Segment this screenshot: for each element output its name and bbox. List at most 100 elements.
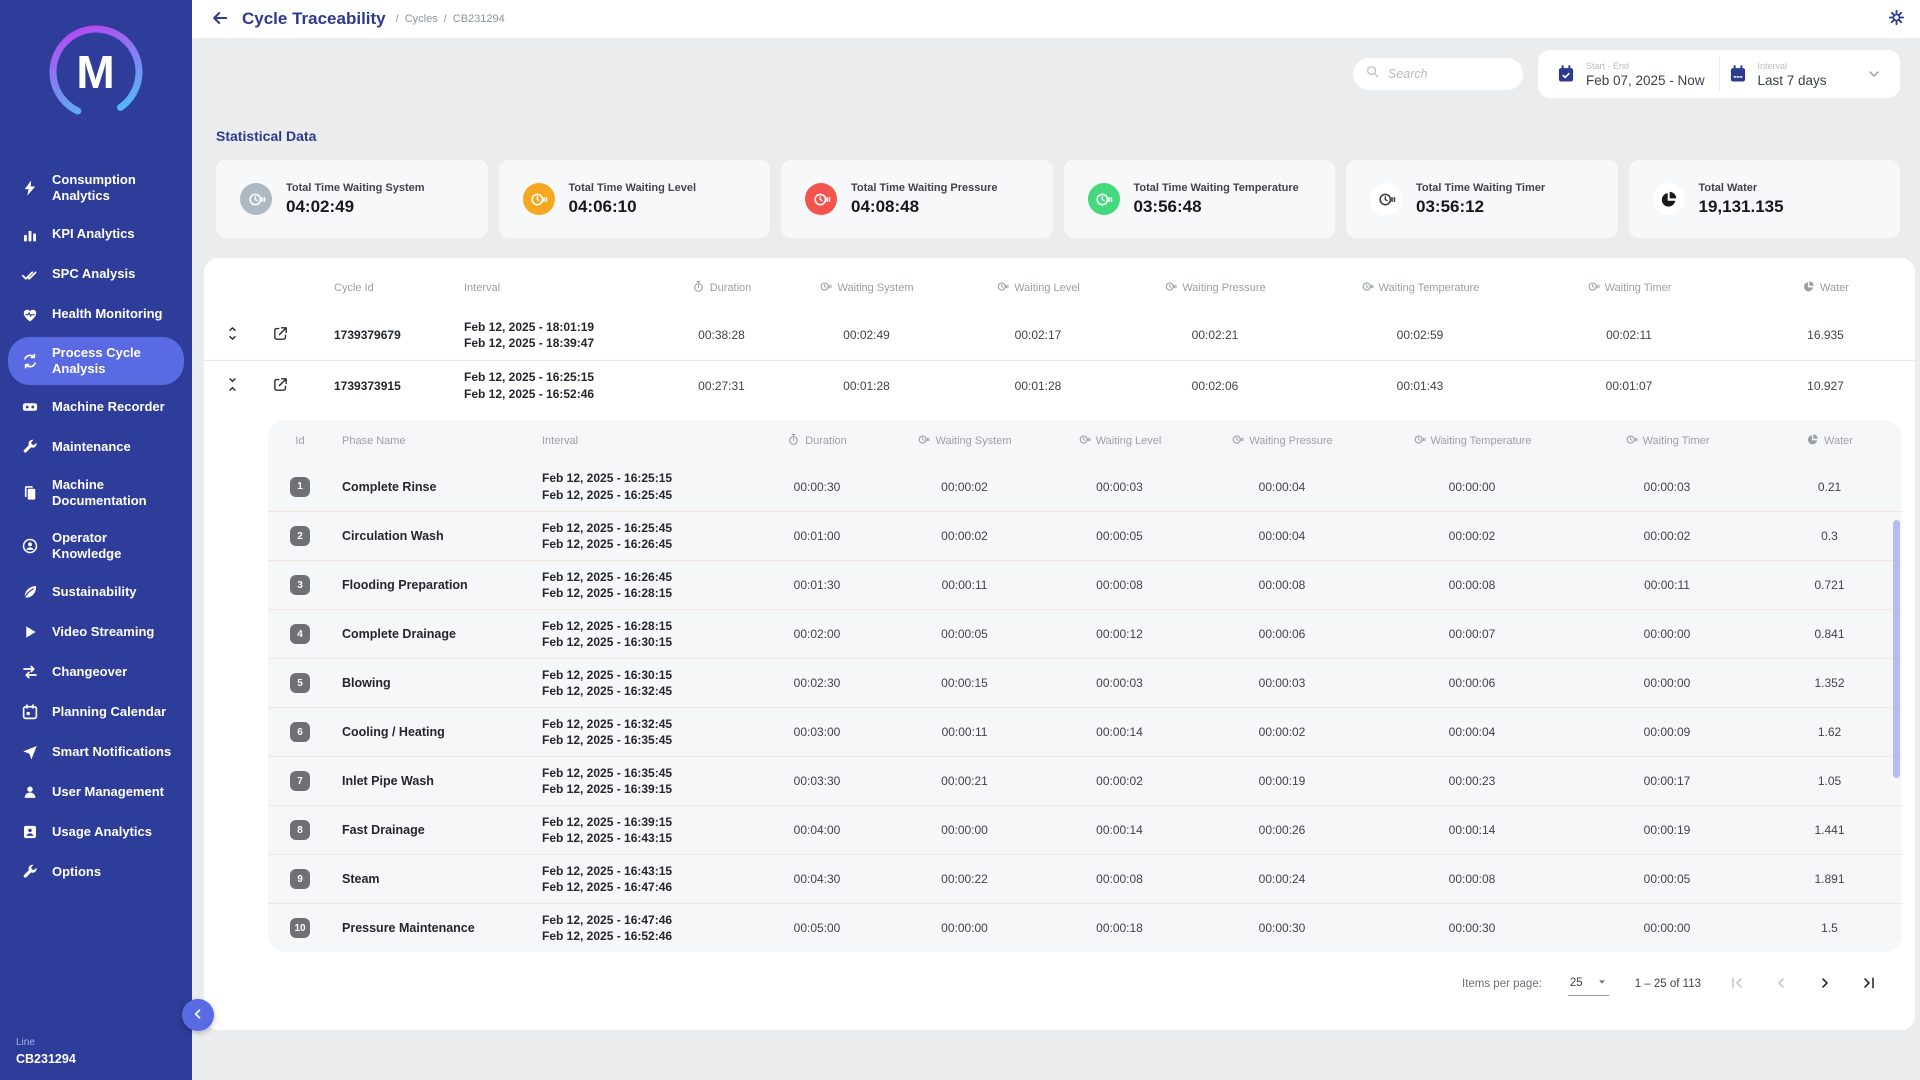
phase-row: 6Cooling / HeatingFeb 12, 2025 - 16:32:4…: [268, 707, 1902, 756]
prev-page-button[interactable]: [1771, 974, 1791, 994]
breadcrumb-item[interactable]: Cycles: [405, 13, 438, 25]
phase-value-cell: 00:00:02: [887, 480, 1042, 494]
column-header-waiting-system[interactable]: Waiting System: [769, 280, 964, 296]
column-label: Phase Name: [342, 435, 406, 447]
column-header-waiting-timer[interactable]: Waiting Timer: [1522, 280, 1736, 296]
phase-id-badge: 9: [290, 869, 310, 889]
phase-column-header-phase-name[interactable]: Phase Name: [332, 435, 542, 447]
phase-row: 5BlowingFeb 12, 2025 - 16:30:15Feb 12, 2…: [268, 658, 1902, 707]
sidebar-collapse-button[interactable]: [182, 999, 214, 1031]
clock-pause-icon: [1587, 280, 1600, 296]
stat-label: Total Time Waiting System: [286, 182, 425, 194]
interval-line: Feb 12, 2025 - 16:47:46: [542, 879, 747, 895]
clock-pause-icon: [523, 183, 555, 215]
breadcrumb-item[interactable]: CB231294: [453, 13, 505, 25]
sidebar-item-label: Machine Documentation: [52, 477, 178, 510]
sidebar-item-sustainability[interactable]: Sustainability: [8, 574, 184, 610]
phase-interval-cell: Feb 12, 2025 - 16:26:45Feb 12, 2025 - 16…: [542, 569, 747, 601]
column-label: Waiting Timer: [1643, 435, 1710, 447]
sidebar-item-planning-calendar[interactable]: Planning Calendar: [8, 694, 184, 730]
clock-pause-icon: [917, 433, 930, 449]
phase-row: 2Circulation WashFeb 12, 2025 - 16:25:45…: [268, 511, 1902, 560]
sidebar-item-smart-notifications[interactable]: Smart Notifications: [8, 734, 184, 770]
sidebar-item-changeover[interactable]: Changeover: [8, 654, 184, 690]
last-page-button[interactable]: [1859, 974, 1879, 994]
page-size-select[interactable]: 25: [1568, 972, 1609, 996]
phase-name-cell: Steam: [332, 872, 542, 886]
next-page-button[interactable]: [1815, 974, 1835, 994]
search-box[interactable]: [1353, 58, 1523, 90]
sidebar-item-operator-knowledge[interactable]: Operator Knowledge: [8, 522, 184, 571]
sidebar-item-machine-documentation[interactable]: Machine Documentation: [8, 469, 184, 518]
phase-column-header-waiting-level[interactable]: Waiting Level: [1042, 433, 1197, 449]
phase-value-cell: 0.721: [1757, 578, 1902, 592]
sidebar-item-options[interactable]: Options: [8, 854, 184, 890]
first-page-button[interactable]: [1727, 974, 1747, 994]
cycle-interval-cell: Feb 12, 2025 - 18:01:19Feb 12, 2025 - 18…: [454, 319, 674, 351]
phase-row: 10Pressure MaintenanceFeb 12, 2025 - 16:…: [268, 903, 1902, 952]
column-header-waiting-level[interactable]: Waiting Level: [964, 280, 1112, 296]
sidebar-item-video-streaming[interactable]: Video Streaming: [8, 614, 184, 650]
phase-column-header-waiting-temperature[interactable]: Waiting Temperature: [1367, 433, 1577, 449]
user-icon: [20, 782, 40, 802]
phase-column-header-duration[interactable]: Duration: [747, 433, 887, 449]
expand-row-button[interactable]: [204, 325, 260, 345]
sidebar-item-consumption-analytics[interactable]: Consumption Analytics: [8, 164, 184, 213]
interval-filter[interactable]: Interval Last 7 days: [1720, 61, 1891, 88]
start-end-filter[interactable]: Start - End Feb 07, 2025 - Now: [1548, 61, 1719, 88]
phase-value-cell: 0.3: [1757, 529, 1902, 543]
column-header-waiting-pressure[interactable]: Waiting Pressure: [1112, 280, 1318, 296]
open-cycle-button[interactable]: [260, 376, 300, 396]
stat-value: 03:56:12: [1416, 197, 1545, 217]
phase-value-cell: 00:05:00: [747, 921, 887, 935]
sidebar-item-health-monitoring[interactable]: Health Monitoring: [8, 297, 184, 333]
phase-value-cell: 00:00:08: [1042, 578, 1197, 592]
phase-column-header-water[interactable]: Water: [1757, 433, 1902, 449]
phase-column-header-interval[interactable]: Interval: [542, 435, 747, 447]
phase-value-cell: 00:00:14: [1367, 823, 1577, 837]
stat-card-total-time-waiting-pressure: Total Time Waiting Pressure04:08:48: [781, 160, 1053, 238]
phase-column-header-id[interactable]: Id: [268, 435, 332, 447]
cycle-id-cell: 1739373915: [300, 379, 454, 393]
column-label: Duration: [710, 282, 752, 294]
phase-value-cell: 00:03:30: [747, 774, 887, 788]
sidebar-item-machine-recorder[interactable]: Machine Recorder: [8, 389, 184, 425]
collapse-row-button[interactable]: [204, 376, 260, 396]
phase-column-header-waiting-timer[interactable]: Waiting Timer: [1577, 433, 1757, 449]
clock-pause-icon: [1625, 433, 1638, 449]
stat-label: Total Water: [1699, 182, 1784, 194]
column-header-water[interactable]: Water: [1736, 280, 1915, 296]
sidebar-item-label: Health Monitoring: [52, 306, 163, 322]
column-header-cycle-id[interactable]: Cycle Id: [300, 282, 454, 294]
badge-icon: [20, 822, 40, 842]
search-input[interactable]: [1388, 67, 1511, 81]
scrollbar[interactable]: [1893, 520, 1900, 778]
sidebar: M Consumption Analytics KPI Analytics SPC …: [0, 0, 192, 1080]
open-cycle-button[interactable]: [260, 325, 300, 345]
recorder-icon: [20, 397, 40, 417]
phase-value-cell: 00:00:00: [887, 921, 1042, 935]
phase-row: 1Complete RinseFeb 12, 2025 - 16:25:15Fe…: [268, 462, 1902, 511]
back-button[interactable]: [208, 7, 232, 31]
sidebar-item-spc-analysis[interactable]: SPC Analysis: [8, 257, 184, 293]
sidebar-item-user-management[interactable]: User Management: [8, 774, 184, 810]
sidebar-item-kpi-analytics[interactable]: KPI Analytics: [8, 217, 184, 253]
fold-icon: [224, 376, 241, 396]
phase-id-cell: 2: [268, 526, 332, 546]
phase-column-header-waiting-pressure[interactable]: Waiting Pressure: [1197, 433, 1367, 449]
column-header-interval[interactable]: Interval: [454, 282, 674, 294]
sidebar-item-maintenance[interactable]: Maintenance: [8, 429, 184, 465]
settings-button[interactable]: [1886, 9, 1906, 29]
sidebar-item-usage-analytics[interactable]: Usage Analytics: [8, 814, 184, 850]
interval-line: Feb 12, 2025 - 16:32:45: [542, 683, 747, 699]
logo: M: [0, 0, 192, 160]
column-header-waiting-temperature[interactable]: Waiting Temperature: [1318, 280, 1522, 296]
phase-value-cell: 00:00:02: [1042, 774, 1197, 788]
phase-column-header-waiting-system[interactable]: Waiting System: [887, 433, 1042, 449]
interval-line: Feb 12, 2025 - 16:25:45: [542, 487, 747, 503]
next-page-icon: [1817, 979, 1833, 994]
sidebar-item-label: KPI Analytics: [52, 226, 135, 242]
sidebar-item-process-cycle-analysis[interactable]: Process Cycle Analysis: [8, 337, 184, 386]
column-header-duration[interactable]: Duration: [674, 280, 769, 296]
page-size-value: 25: [1570, 977, 1583, 989]
